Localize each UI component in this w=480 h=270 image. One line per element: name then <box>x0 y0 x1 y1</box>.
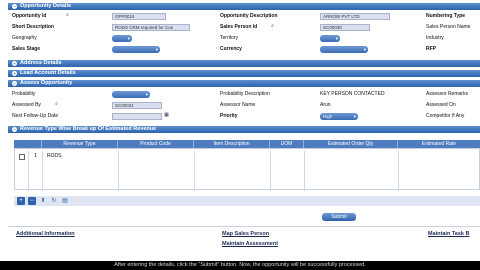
assessed-on-label: Assessed On <box>426 102 456 108</box>
row-short-description: Short Description RODS CRM required for … <box>8 23 480 32</box>
assessed-by-field[interactable]: SC00031 <box>112 102 162 109</box>
rfp-label: RFP <box>426 46 436 52</box>
item-description-cell[interactable] <box>195 151 271 191</box>
pin-icon[interactable]: ⬆ <box>39 197 47 205</box>
currency-label: Currency <box>220 46 242 52</box>
table-row[interactable]: 1 RODS <box>15 151 480 191</box>
territory-select[interactable] <box>320 35 340 42</box>
next-follow-up-field[interactable] <box>112 113 162 120</box>
calendar-icon[interactable]: ▦ <box>164 113 169 118</box>
collapse-icon[interactable]: − <box>12 81 17 86</box>
estimated-rate-cell[interactable] <box>399 151 480 191</box>
sales-stage-select[interactable] <box>112 46 160 53</box>
refresh-icon[interactable]: ↻ <box>50 197 58 205</box>
submit-button[interactable]: Submit <box>322 213 356 221</box>
sales-person-id-field[interactable]: SC00030 <box>320 24 370 31</box>
row-checkbox-cell <box>15 151 29 191</box>
expand-icon[interactable]: + <box>12 71 17 76</box>
select-column <box>14 140 42 148</box>
column-estimated-order-qty: Estimated Order Qty <box>304 140 398 148</box>
row-opportunity-id: Opportunity Id ⌕ OPP0024 Opportunity Des… <box>8 12 480 21</box>
column-item-description: Item Description <box>194 140 270 148</box>
row-number: 1 <box>29 151 43 191</box>
sales-stage-label: Sales Stage <box>12 46 41 52</box>
geography-select[interactable] <box>112 35 132 42</box>
probability-label: Probability <box>12 91 36 97</box>
lead-account-details-header[interactable]: + Lead Account Details <box>8 70 480 77</box>
search-icon[interactable]: ⌕ <box>65 13 70 18</box>
sales-person-name-label: Sales Person Name <box>426 24 471 30</box>
column-estimated-rate: Estimated Rate <box>421 141 457 147</box>
search-icon[interactable]: ⌕ <box>54 102 59 107</box>
opportunity-description-label: Opportunity Description <box>220 13 278 19</box>
add-row-icon[interactable]: + <box>17 197 25 205</box>
column-uom: UOM <box>270 140 304 148</box>
probability-description-value: KEY PERSON CONTACTED <box>320 91 385 97</box>
export-icon[interactable]: ▤ <box>61 197 69 205</box>
revenue-type-cell[interactable]: RODS <box>43 151 119 191</box>
revenue-grid-header: Revenue Type Product Code Item Descripti… <box>14 140 480 148</box>
maintain-task-link[interactable]: Maintain Task B <box>428 231 469 237</box>
revenue-breakup-header[interactable]: − Revenue Type Wise Break up Of Estimate… <box>8 126 480 133</box>
row-follow-up: Next Follow-Up Date ▦ Priority High Comp… <box>8 112 480 121</box>
priority-select[interactable]: High <box>320 113 358 120</box>
collapse-icon[interactable]: − <box>12 4 17 9</box>
uom-cell[interactable] <box>271 151 305 191</box>
priority-label: Priority <box>220 113 238 119</box>
row-sales-stage: Sales Stage Currency RFP <box>8 45 480 54</box>
numbering-type-label: Numbering Type <box>426 13 466 19</box>
map-sales-person-link[interactable]: Map Sales Person <box>222 231 269 237</box>
currency-select[interactable] <box>320 46 368 53</box>
product-code-cell[interactable] <box>119 151 195 191</box>
geography-label: Geography <box>12 35 37 41</box>
opportunity-id-field[interactable]: OPP0024 <box>112 13 166 20</box>
probability-select[interactable] <box>112 91 150 98</box>
opportunity-description-field[interactable]: ARROW PVT LTD <box>320 13 390 20</box>
maintain-assessment-link[interactable]: Maintain Assessment <box>222 241 278 247</box>
expand-icon[interactable]: + <box>12 61 17 66</box>
additional-information-link[interactable]: Additional Information <box>16 231 75 237</box>
estimated-order-qty-cell[interactable] <box>305 151 399 191</box>
competitor-label: Competitor If Any <box>426 113 465 119</box>
collapse-icon[interactable]: − <box>12 127 17 132</box>
divider <box>8 226 480 227</box>
grid-toolbar: + − ⬆ ↻ ▤ <box>14 196 480 206</box>
assess-opportunity-header[interactable]: − Assess Opportunity <box>8 80 480 87</box>
delete-row-icon[interactable]: − <box>28 197 36 205</box>
row-probability: Probability Probability Description KEY … <box>8 90 480 99</box>
sales-person-id-label: Sales Person Id <box>220 24 258 30</box>
search-icon[interactable]: ⌕ <box>270 24 275 29</box>
territory-label: Territory <box>220 35 239 41</box>
short-description-field[interactable]: RODS CRM required for Cus <box>112 24 190 31</box>
industry-label: Industry <box>426 35 444 41</box>
opportunity-details-header[interactable]: − Opportunity Details <box>8 3 480 10</box>
probability-description-label: Probability Description <box>220 91 270 97</box>
column-revenue-type: Revenue Type <box>42 140 118 148</box>
row-checkbox[interactable] <box>19 154 25 160</box>
opportunity-id-label: Opportunity Id <box>12 13 47 19</box>
address-details-header[interactable]: + Address Details <box>8 60 480 67</box>
short-description-label: Short Description <box>12 24 54 30</box>
row-geography: Geography Territory Industry <box>8 34 480 43</box>
tutorial-caption: After entering the details, click the "S… <box>0 261 480 270</box>
assessed-by-label: Assessed By <box>12 102 41 108</box>
next-follow-up-label: Next Follow-Up Date <box>12 113 59 119</box>
revenue-grid: 1 RODS <box>14 148 480 191</box>
column-product-code: Product Code <box>118 140 194 148</box>
assessor-name-value: Arun <box>320 102 331 108</box>
assessor-remarks-label: Assessor Remarks <box>426 91 468 97</box>
assessor-name-label: Assessor Name <box>220 102 256 108</box>
row-assessed-by: Assessed By ⌕ SC00031 Assessor Name Arun… <box>8 101 480 110</box>
